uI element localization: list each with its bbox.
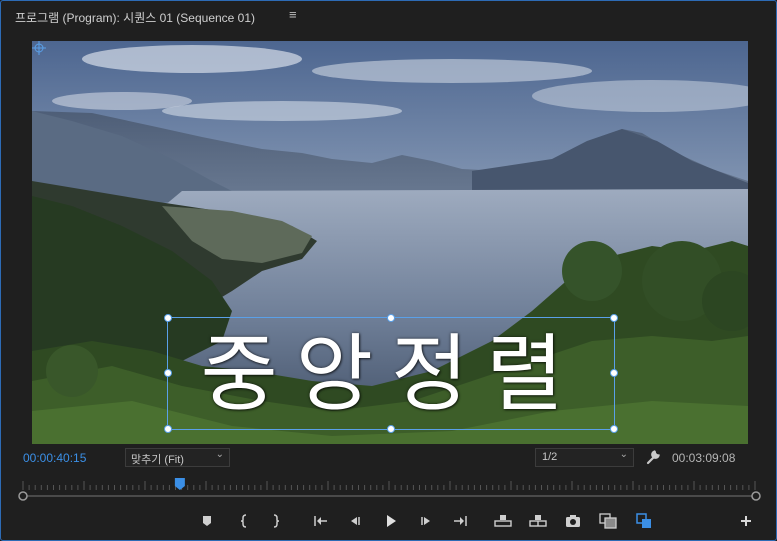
duration-timecode: 00:03:09:08	[672, 451, 736, 465]
title-bounding-box[interactable]: 중앙정렬	[164, 314, 618, 433]
timeline-ruler[interactable]	[17, 477, 762, 507]
zoom-level-value: 맞추기 (Fit)	[131, 454, 184, 466]
playback-resolution-value: 1/2	[542, 451, 558, 463]
extract-icon[interactable]	[528, 511, 548, 531]
add-marker-icon[interactable]	[197, 511, 217, 531]
add-button-icon[interactable]	[736, 511, 756, 531]
step-back-icon[interactable]	[345, 511, 365, 531]
program-viewer[interactable]: 중앙정렬	[32, 41, 748, 444]
current-timecode[interactable]: 00:00:40:15	[23, 451, 86, 465]
step-forward-icon[interactable]	[416, 511, 436, 531]
play-icon[interactable]	[381, 511, 401, 531]
playhead-marker[interactable]	[174, 478, 185, 490]
title-text[interactable]: 중앙정렬	[168, 318, 614, 429]
out-point-handle[interactable]	[751, 491, 761, 501]
export-frame-icon[interactable]	[563, 511, 583, 531]
zoom-level-select[interactable]: 맞추기 (Fit) ⌄	[125, 448, 230, 467]
resize-handle-middle-left[interactable]	[164, 369, 172, 377]
anchor-point-icon[interactable]	[32, 41, 46, 55]
hamburger-menu-icon[interactable]: ≡	[289, 7, 297, 22]
chevron-down-icon: ⌄	[215, 449, 224, 460]
panel-tab-bar: 프로그램 (Program): 시퀀스 01 (Sequence 01) ≡	[1, 1, 776, 31]
program-monitor-panel: 프로그램 (Program): 시퀀스 01 (Sequence 01) ≡ 중…	[0, 0, 777, 541]
resize-handle-top-left[interactable]	[164, 314, 172, 322]
resize-handle-bottom-left[interactable]	[164, 425, 172, 433]
resize-handle-middle-right[interactable]	[610, 369, 618, 377]
comparison-view-icon[interactable]	[598, 511, 618, 531]
insert-overwrite-icon[interactable]	[634, 511, 654, 531]
lift-icon[interactable]	[493, 511, 513, 531]
go-to-out-icon[interactable]	[450, 511, 470, 531]
resize-handle-top-right[interactable]	[610, 314, 618, 322]
resize-handle-bottom-center[interactable]	[387, 425, 395, 433]
playback-resolution-select[interactable]: 1/2 ⌄	[535, 448, 634, 467]
in-point-handle[interactable]	[18, 491, 28, 501]
wrench-icon[interactable]	[644, 448, 662, 466]
panel-title[interactable]: 프로그램 (Program): 시퀀스 01 (Sequence 01)	[15, 9, 255, 26]
go-to-in-icon[interactable]	[311, 511, 331, 531]
mark-in-icon[interactable]	[234, 511, 254, 531]
chevron-down-icon: ⌄	[619, 449, 628, 460]
resize-handle-top-center[interactable]	[387, 314, 395, 322]
mark-out-icon[interactable]	[266, 511, 286, 531]
resize-handle-bottom-right[interactable]	[610, 425, 618, 433]
transport-controls	[1, 507, 777, 535]
